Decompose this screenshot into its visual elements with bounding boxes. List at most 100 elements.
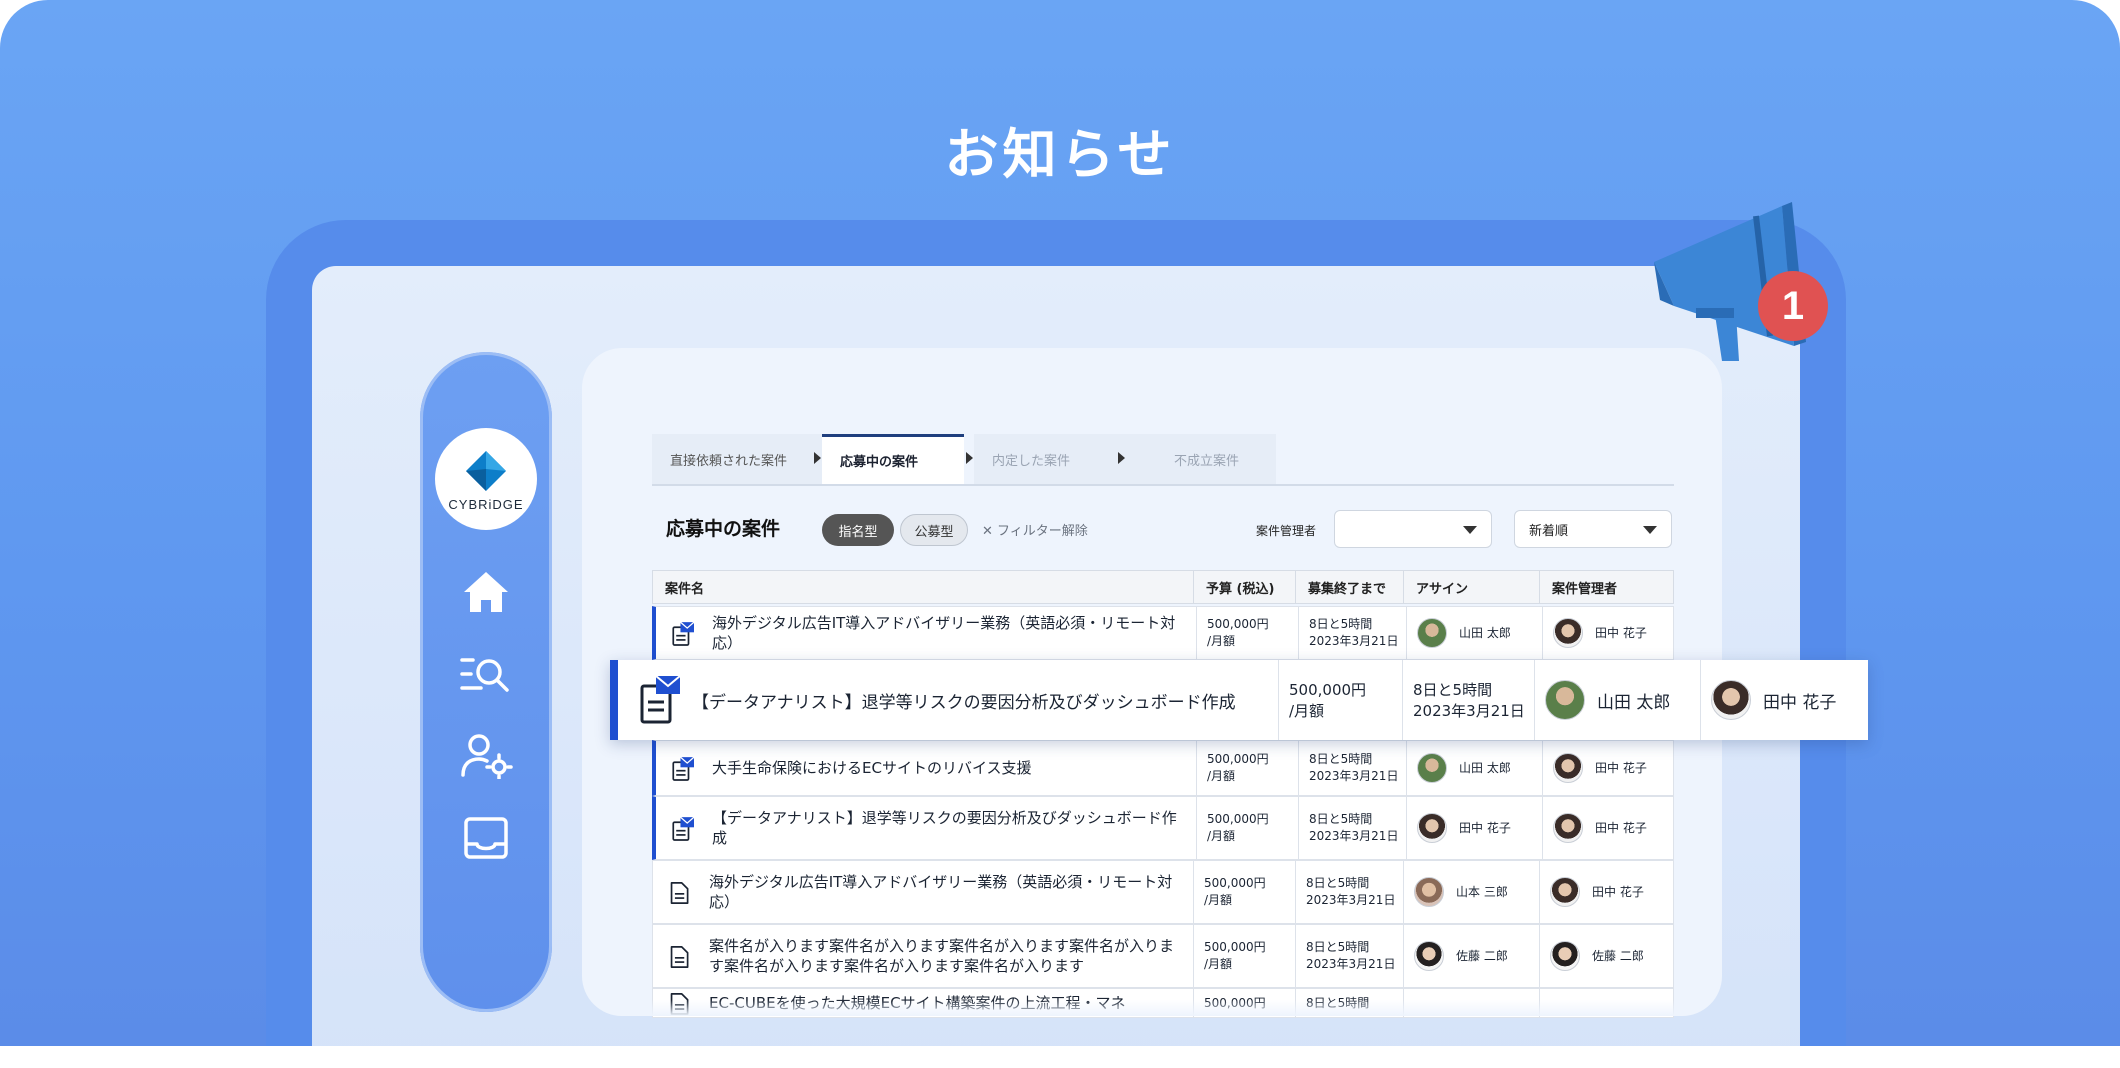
budget-unit: /月額 [1207,634,1236,648]
tab-arrow-icon [814,452,821,464]
tab-applying[interactable]: 応募中の案件 [822,434,964,484]
user-settings-icon[interactable] [456,726,516,786]
unread-message-icon [640,676,680,724]
list-title: 応募中の案件 [666,518,781,540]
budget-unit: /月額 [1207,769,1236,783]
row-assignee[interactable]: 山田 太郎 [1406,741,1542,795]
manager-name: 佐藤 二郎 [1592,948,1644,963]
col-manager[interactable]: 案件管理者 [1539,571,1675,603]
budget-unit: /月額 [1204,957,1233,971]
row-title: 【データアナリスト】退学等リスクの要因分析及びダッシュボード作成 [692,692,1236,713]
remaining-time: 8日と5時間 [1309,752,1373,766]
row-budget: 500,000円/月額 [1278,660,1402,740]
status-tabs: 直接依頼された案件 応募中の案件 内定した案件 不成立案件 [652,434,1674,486]
row-assignee[interactable]: 山田 太郎 [1406,607,1542,659]
assignee-name: 佐藤 二郎 [1456,948,1508,963]
highlighted-row[interactable]: 【データアナリスト】退学等リスクの要因分析及びダッシュボード作成 500,000… [610,660,1868,740]
row-title: 大手生命保険におけるECサイトのリバイス支援 [712,759,1032,777]
clear-filter-label: フィルター解除 [997,524,1088,539]
sidebar: CYBRiDGE [420,352,552,1012]
manager-name: 田中 花子 [1763,692,1837,713]
remaining-time: 8日と5時間 [1309,812,1373,826]
search-list-icon[interactable] [456,644,516,704]
row-title: 海外デジタル広告IT導入アドバイザリー業務（英語必須・リモート対応） [709,873,1173,911]
unread-message-icon [672,816,694,841]
assignee-name: 山田 太郎 [1459,760,1511,775]
home-icon[interactable] [456,562,516,622]
chevron-down-icon [1643,526,1657,534]
clear-filter-button[interactable]: ✕ フィルター解除 [982,520,1088,539]
row-assignee[interactable]: 佐藤 二郎 [1403,925,1539,987]
col-budget[interactable]: 予算 (税込) [1193,571,1295,603]
end-date: 2023年3月21日 [1413,702,1525,720]
page-heading: お知らせ [944,123,1176,186]
row-assignee[interactable]: 山本 三郎 [1403,861,1539,923]
row-assignee[interactable]: 山田 太郎 [1534,660,1700,740]
tab-rejected[interactable]: 不成立案件 [1134,434,1276,484]
sort-select[interactable]: 新着順 [1514,510,1672,548]
tab-label: 応募中の案件 [840,455,919,470]
brand-logo[interactable]: CYBRiDGE [435,428,537,530]
row-manager[interactable]: 田中 花子 [1542,607,1678,659]
avatar [1553,618,1583,648]
avatar [1711,680,1751,720]
table-row[interactable]: 大手生命保険におけるECサイトのリバイス支援 500,000円/月額 8日と5時間 2… [652,740,1674,796]
row-manager[interactable]: 田中 花子 [1700,660,1868,740]
col-assign[interactable]: アサイン [1403,571,1539,603]
row-budget: 500,000円/月額 [1193,925,1295,987]
budget-value: 500,000円 [1207,617,1269,631]
filter-chip-nominated[interactable]: 指名型 [822,514,894,546]
manager-name: 田中 花子 [1592,884,1644,899]
row-manager[interactable]: 田中 花子 [1542,797,1678,859]
row-deadline: 8日と5時間 2023年3月21日 [1298,741,1406,795]
assignee-name: 山田 太郎 [1597,692,1671,713]
avatar [1553,753,1583,783]
tab-label: 不成立案件 [1174,453,1240,469]
col-name[interactable]: 案件名 [653,571,1193,603]
manager-name: 田中 花子 [1595,760,1647,775]
avatar [1550,941,1580,971]
chevron-down-icon [1463,526,1477,534]
budget-value: 500,000円 [1204,876,1266,890]
tab-arrow-icon [966,452,973,464]
end-date: 2023年3月21日 [1306,957,1396,971]
avatar [1417,813,1447,843]
row-manager[interactable]: 田中 花子 [1542,741,1678,795]
tab-label: 内定した案件 [992,453,1071,469]
budget-value: 500,000円 [1204,940,1266,954]
inbox-icon[interactable] [456,808,516,868]
logo-text: CYBRiDGE [448,496,524,512]
row-deadline: 8日と5時間 2023年3月21日 [1298,797,1406,859]
table-row[interactable]: 案件名が入ります案件名が入ります案件名が入ります案件名が入ります案件名が入ります… [652,924,1674,988]
row-manager[interactable]: 田中 花子 [1539,861,1675,923]
row-assignee[interactable]: 田中 花子 [1406,797,1542,859]
row-title: 【データアナリスト】退学等リスクの要因分析及びダッシュボード作成 [712,809,1177,847]
avatar [1553,813,1583,843]
budget-value: 500,000円 [1207,812,1269,826]
manager-name: 田中 花子 [1595,625,1647,640]
manager-select[interactable] [1334,510,1492,548]
manager-name: 田中 花子 [1595,820,1647,835]
remaining-time: 8日と5時間 [1306,940,1370,954]
tab-offered[interactable]: 内定した案件 [974,434,1134,484]
table-row[interactable]: 【データアナリスト】退学等リスクの要因分析及びダッシュボード作成 500,000円… [652,796,1674,860]
avatar [1414,877,1444,907]
col-deadline[interactable]: 募集終了まで [1295,571,1403,603]
row-deadline: 8日と5時間 2023年3月21日 [1295,861,1403,923]
document-icon [670,946,689,968]
tab-direct-requests[interactable]: 直接依頼された案件 [652,434,822,484]
row-title: 海外デジタル広告IT導入アドバイザリー業務（英語必須・リモート対応） [712,614,1176,652]
assignee-name: 山本 三郎 [1456,884,1508,899]
sort-select-value: 新着順 [1529,523,1569,539]
row-budget: 500,000円/月額 [1193,861,1295,923]
list-fade [652,1000,1674,1016]
table-row[interactable]: 海外デジタル広告IT導入アドバイザリー業務（英語必須・リモート対応） 500,00… [652,860,1674,924]
table-header: 案件名 予算 (税込) 募集終了まで アサイン 案件管理者 [652,570,1674,604]
row-manager[interactable]: 佐藤 二郎 [1539,925,1675,987]
end-date: 2023年3月21日 [1309,634,1399,648]
table-row[interactable]: 海外デジタル広告IT導入アドバイザリー業務（英語必須・リモート対応） 500,00… [652,606,1674,660]
avatar [1550,877,1580,907]
avatar [1417,753,1447,783]
filter-chip-public[interactable]: 公募型 [900,514,968,546]
budget-unit: /月額 [1207,829,1236,843]
